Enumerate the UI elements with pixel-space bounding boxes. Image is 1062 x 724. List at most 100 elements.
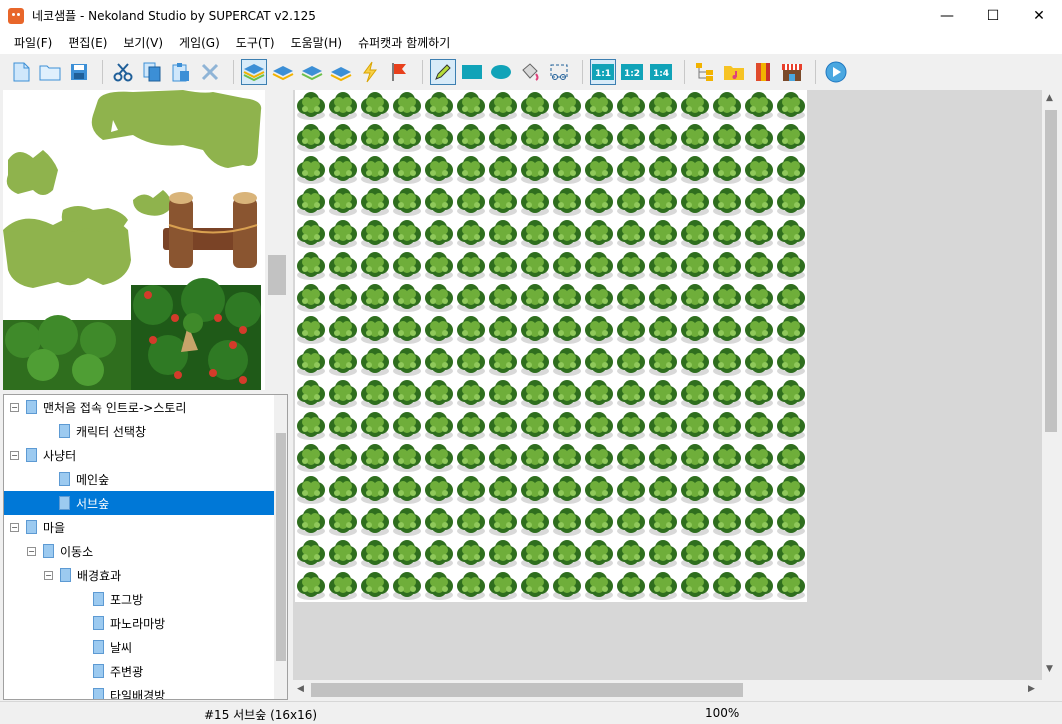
bush-tile[interactable] (519, 122, 551, 154)
bush-tile[interactable] (519, 570, 551, 602)
shop-icon[interactable] (779, 59, 805, 85)
menu-help[interactable]: 도움말(H) (285, 34, 349, 51)
bush-tile[interactable] (743, 186, 775, 218)
bush-tile[interactable] (519, 314, 551, 346)
bush-tile[interactable] (647, 250, 679, 282)
bush-tile[interactable] (647, 90, 679, 122)
scroll-down-arrow-icon[interactable]: ▼ (1046, 664, 1053, 674)
bush-tile[interactable] (295, 90, 327, 122)
bush-tile[interactable] (615, 218, 647, 250)
bush-tile[interactable] (519, 282, 551, 314)
bush-tile[interactable] (775, 154, 807, 186)
bush-tile[interactable] (423, 506, 455, 538)
bush-tile[interactable] (295, 410, 327, 442)
bush-tile[interactable] (423, 282, 455, 314)
bush-tile[interactable] (487, 474, 519, 506)
scroll-right-arrow-icon[interactable]: ▶ (1028, 684, 1035, 694)
bush-tile[interactable] (647, 378, 679, 410)
layer-4-icon[interactable] (328, 59, 354, 85)
bush-tile[interactable] (327, 570, 359, 602)
bush-tile[interactable] (551, 442, 583, 474)
bush-tile[interactable] (743, 442, 775, 474)
bush-tile[interactable] (327, 506, 359, 538)
bush-tile[interactable] (583, 442, 615, 474)
bush-tile[interactable] (327, 474, 359, 506)
bush-tile[interactable] (615, 570, 647, 602)
bush-tile[interactable] (647, 154, 679, 186)
bush-tile[interactable] (391, 250, 423, 282)
bush-tile[interactable] (423, 154, 455, 186)
bush-tile[interactable] (327, 218, 359, 250)
bush-tile[interactable] (295, 282, 327, 314)
bush-tile[interactable] (327, 346, 359, 378)
zoom-1-2-icon[interactable]: 1:2 (619, 59, 645, 85)
bush-tile[interactable] (583, 346, 615, 378)
bush-tile[interactable] (743, 538, 775, 570)
bush-tile[interactable] (679, 506, 711, 538)
copy-icon[interactable] (139, 59, 165, 85)
bush-tile[interactable] (583, 378, 615, 410)
bush-tile[interactable] (295, 250, 327, 282)
bush-tile[interactable] (775, 474, 807, 506)
scroll-up-arrow-icon[interactable]: ▲ (1046, 93, 1053, 103)
bush-tile[interactable] (743, 570, 775, 602)
bush-tile[interactable] (711, 442, 743, 474)
bush-tile[interactable] (295, 442, 327, 474)
bush-tile[interactable] (359, 442, 391, 474)
bush-tile[interactable] (455, 250, 487, 282)
bush-tile[interactable] (583, 282, 615, 314)
bush-tile[interactable] (391, 90, 423, 122)
bush-tile[interactable] (519, 410, 551, 442)
bush-tile[interactable] (551, 410, 583, 442)
bush-tile[interactable] (711, 282, 743, 314)
tree-item[interactable]: − 이동소 (4, 539, 274, 563)
bush-tile[interactable] (743, 218, 775, 250)
bush-tile[interactable] (615, 282, 647, 314)
bush-tile[interactable] (679, 570, 711, 602)
collapse-icon[interactable]: − (27, 547, 36, 556)
bush-tile[interactable] (295, 378, 327, 410)
tree-icon[interactable] (692, 59, 718, 85)
bush-tile[interactable] (647, 282, 679, 314)
menu-tools[interactable]: 도구(T) (230, 34, 281, 51)
bush-tile[interactable] (359, 474, 391, 506)
bush-tile[interactable] (455, 186, 487, 218)
bush-tile[interactable] (583, 506, 615, 538)
layer-3-icon[interactable] (299, 59, 325, 85)
bush-tile[interactable] (615, 314, 647, 346)
bush-tile[interactable] (583, 186, 615, 218)
bush-tile[interactable] (391, 506, 423, 538)
bush-tile[interactable] (455, 410, 487, 442)
bush-tile[interactable] (359, 154, 391, 186)
bush-tile[interactable] (551, 282, 583, 314)
collapse-icon[interactable]: − (10, 523, 19, 532)
tree-item[interactable]: 포그방 (4, 587, 274, 611)
tree-item[interactable]: 주변광 (4, 659, 274, 683)
bush-tile[interactable] (327, 250, 359, 282)
bush-tile[interactable] (743, 378, 775, 410)
bush-tile[interactable] (487, 218, 519, 250)
bush-tile[interactable] (327, 378, 359, 410)
bush-tile[interactable] (647, 474, 679, 506)
bush-tile[interactable] (455, 282, 487, 314)
bush-tile[interactable] (295, 122, 327, 154)
bush-tile[interactable] (423, 538, 455, 570)
save-icon[interactable] (66, 59, 92, 85)
bush-tile[interactable] (423, 474, 455, 506)
bush-tile[interactable] (583, 122, 615, 154)
bush-tile[interactable] (359, 410, 391, 442)
bush-tile[interactable] (775, 506, 807, 538)
bush-tile[interactable] (295, 218, 327, 250)
tree-item[interactable]: 날씨 (4, 635, 274, 659)
menu-view[interactable]: 보기(V) (117, 34, 169, 51)
bush-tile[interactable] (679, 122, 711, 154)
bush-tile[interactable] (455, 122, 487, 154)
bush-tile[interactable] (391, 314, 423, 346)
collapse-icon[interactable]: − (10, 403, 19, 412)
bush-tile[interactable] (423, 570, 455, 602)
bush-tile[interactable] (455, 346, 487, 378)
bush-tile[interactable] (551, 314, 583, 346)
bush-tile[interactable] (519, 442, 551, 474)
paste-icon[interactable] (168, 59, 194, 85)
bush-tile[interactable] (743, 282, 775, 314)
